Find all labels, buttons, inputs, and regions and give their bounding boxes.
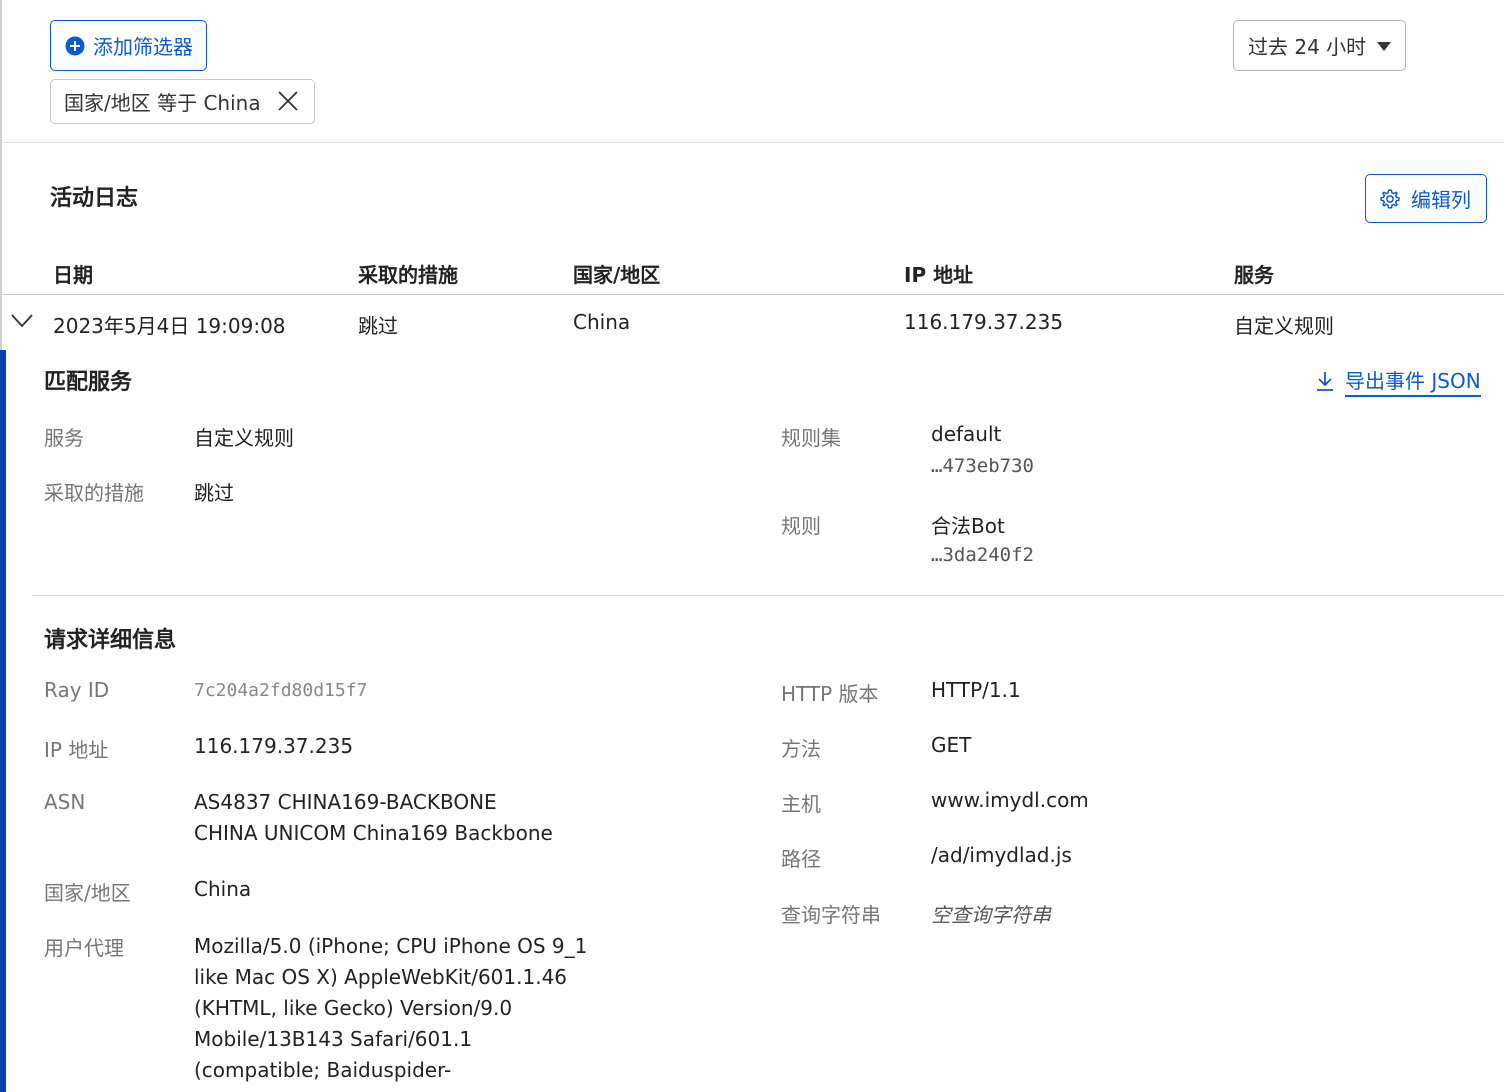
column-header-country[interactable]: 国家/地区 <box>573 259 660 288</box>
service-label: 服务 <box>44 426 84 450</box>
download-icon <box>1317 372 1333 391</box>
row-ip: 116.179.37.235 <box>904 310 1064 334</box>
ip-value: 116.179.37.235 <box>194 734 354 758</box>
column-header-date[interactable]: 日期 <box>53 259 93 288</box>
host-label: 主机 <box>781 792 821 816</box>
user-agent-value: Mozilla/5.0 (iPhone; CPU iPhone OS 9_1 l… <box>194 934 588 1082</box>
rule-id: …3da240f2 <box>931 544 1034 566</box>
user-agent-label: 用户代理 <box>44 936 124 960</box>
page-left-border <box>0 0 2 350</box>
action-label: 采取的措施 <box>44 481 144 505</box>
asn-label: ASN <box>44 790 86 814</box>
query-string-label: 查询字符串 <box>781 903 881 927</box>
host-value: www.imydl.com <box>931 788 1089 812</box>
edit-columns-button[interactable]: 编辑列 <box>1365 174 1487 223</box>
row-date: 2023年5月4日 19:09:08 <box>53 314 286 338</box>
query-string-value: 空查询字符串 <box>931 903 1051 927</box>
edit-columns-label: 编辑列 <box>1411 188 1471 212</box>
chevron-down-icon <box>1377 42 1391 51</box>
row-country: China <box>573 310 631 334</box>
expanded-row-indicator <box>0 350 6 1092</box>
activity-log-title: 活动日志 <box>50 186 139 211</box>
time-range-select[interactable]: 过去 24 小时 <box>1233 20 1406 71</box>
http-version-label: HTTP 版本 <box>781 682 879 706</box>
http-version-value: HTTP/1.1 <box>931 678 1021 702</box>
ray-id-label: Ray ID <box>44 678 110 702</box>
asn-value-line2: CHINA UNICOM China169 Backbone <box>194 821 553 845</box>
method-label: 方法 <box>781 737 821 761</box>
row-service: 自定义规则 <box>1234 314 1334 338</box>
ruleset-id: …473eb730 <box>931 455 1034 477</box>
export-json-label: 导出事件 JSON <box>1345 365 1481 397</box>
add-filter-label: 添加筛选器 <box>93 35 193 59</box>
gear-icon <box>1380 189 1400 208</box>
column-header-action[interactable]: 采取的措施 <box>358 259 458 288</box>
ip-label: IP 地址 <box>44 738 109 762</box>
method-value: GET <box>931 733 972 757</box>
path-label: 路径 <box>781 847 821 871</box>
export-json-link[interactable]: 导出事件 JSON <box>1315 365 1481 397</box>
column-header-ip[interactable]: IP 地址 <box>904 259 973 288</box>
asn-value-line1: AS4837 CHINA169-BACKBONE <box>194 790 497 814</box>
rule-value: 合法Bot <box>931 514 1005 538</box>
add-filter-button[interactable]: 添加筛选器 <box>50 20 207 71</box>
request-details-title: 请求详细信息 <box>44 628 177 653</box>
filter-chip[interactable]: 国家/地区 等于 China <box>50 79 315 124</box>
country-value: China <box>194 877 252 901</box>
rule-label: 规则 <box>781 514 821 538</box>
matched-service-title: 匹配服务 <box>44 370 133 395</box>
plus-circle-icon <box>65 36 85 55</box>
close-icon[interactable] <box>276 89 300 113</box>
path-value: /ad/imydlad.js <box>931 843 1072 867</box>
action-value: 跳过 <box>194 481 234 505</box>
toolbar-divider <box>2 142 1504 143</box>
service-value: 自定义规则 <box>194 426 294 450</box>
country-label: 国家/地区 <box>44 881 131 905</box>
chevron-down-icon[interactable] <box>11 314 33 328</box>
ruleset-label: 规则集 <box>781 426 841 450</box>
details-divider <box>32 595 1504 596</box>
filter-chip-label: 国家/地区 等于 China <box>64 91 261 115</box>
table-header-divider <box>2 294 1504 295</box>
ray-id-value: 7c204a2fd80d15f7 <box>194 680 368 701</box>
ruleset-value: default <box>931 422 1002 446</box>
column-header-service[interactable]: 服务 <box>1234 259 1274 288</box>
time-range-label: 过去 24 小时 <box>1248 35 1367 59</box>
row-action: 跳过 <box>358 314 398 338</box>
